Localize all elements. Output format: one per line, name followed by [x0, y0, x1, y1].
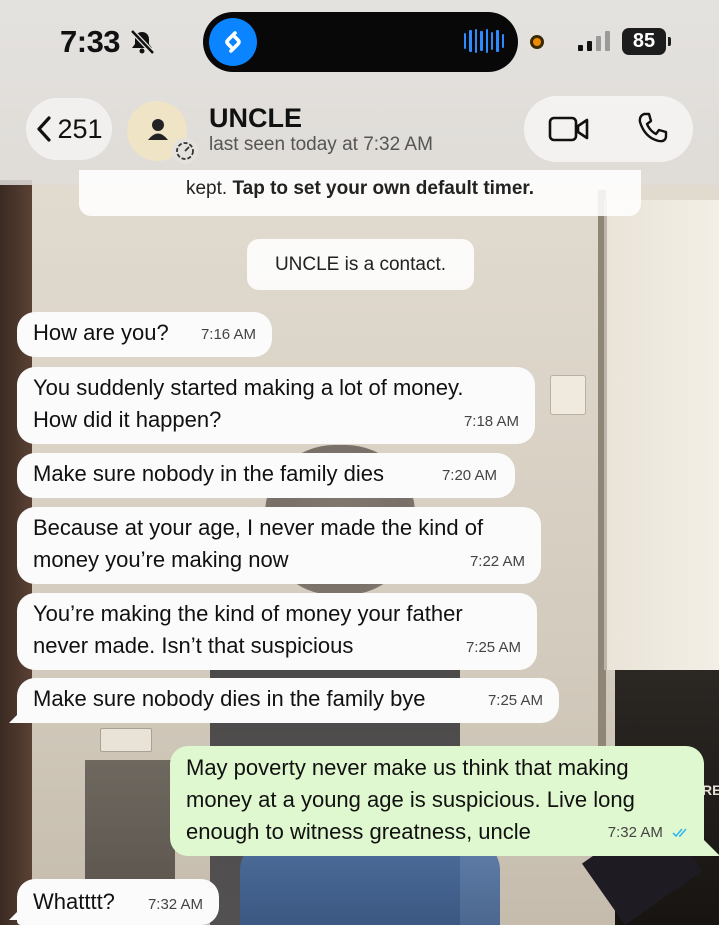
battery-tip: [668, 37, 671, 46]
message-text: Make sure nobody in the family dies: [33, 461, 384, 486]
video-call-icon[interactable]: [548, 113, 590, 145]
recording-indicator-icon: [530, 35, 544, 49]
wallpaper-socket: [100, 728, 152, 752]
message-time: 7:32 AM: [147, 896, 203, 913]
message-bubble-incoming[interactable]: Whatttt? 7:32 AM: [17, 879, 219, 925]
message-time: 7:18 AM: [463, 413, 519, 430]
phone-icon[interactable]: [636, 110, 670, 146]
message-bubble-incoming[interactable]: Make sure nobody in the family dies 7:20…: [17, 453, 515, 498]
contact-notice: UNCLE is a contact.: [247, 239, 474, 290]
back-chevron-icon: [37, 116, 52, 142]
message-bubble-outgoing[interactable]: May poverty never make us think that mak…: [170, 746, 704, 856]
battery-icon: 85: [622, 28, 666, 55]
message-bubble-incoming[interactable]: How are you? 7:16 AM: [17, 312, 272, 357]
back-button[interactable]: 251: [26, 98, 112, 160]
message-time: 7:25 AM: [465, 639, 521, 656]
message-text: How are you?: [33, 320, 169, 345]
signal-icon: [578, 31, 610, 51]
message-bubble-incoming[interactable]: Make sure nobody dies in the family bye …: [17, 678, 559, 723]
contact-name[interactable]: UNCLE: [209, 103, 302, 134]
message-time: 7:22 AM: [469, 553, 525, 570]
message-text: May poverty never make us think that mak…: [186, 755, 635, 844]
message-time: 7:20 AM: [441, 467, 497, 484]
wallpaper-door-right: [604, 200, 719, 670]
message-text: Whatttt?: [33, 889, 115, 914]
message-bubble-incoming[interactable]: You suddenly started making a lot of mon…: [17, 367, 535, 444]
double-check-icon: [672, 828, 687, 838]
message-text: Make sure nobody dies in the family bye: [33, 686, 426, 711]
timer-notice-text: kept.: [185, 178, 233, 199]
message-time: 7:32 AM: [607, 824, 663, 841]
unread-count: 251: [57, 113, 103, 144]
message-text: Because at your age, I never made the ki…: [33, 515, 484, 572]
last-seen-status: last seen today at 7:32 AM: [209, 134, 433, 155]
battery-level: 85: [632, 30, 656, 52]
message-text: You suddenly started making a lot of mon…: [33, 375, 464, 432]
audio-wave-icon: [464, 28, 504, 54]
disappearing-timer-notice[interactable]: kept. Tap to set your own default timer.: [79, 170, 641, 216]
shazam-icon[interactable]: [209, 18, 257, 66]
message-bubble-incoming[interactable]: Because at your age, I never made the ki…: [17, 507, 541, 584]
message-time: 7:25 AM: [487, 692, 543, 709]
message-bubble-incoming[interactable]: You’re making the kind of money your fat…: [17, 593, 537, 670]
message-text: You’re making the kind of money your fat…: [33, 601, 463, 658]
status-time: 7:33: [60, 24, 121, 59]
message-time: 7:16 AM: [200, 326, 256, 343]
wallpaper-cabinet-label: RE: [702, 782, 719, 798]
bell-off-icon: [130, 29, 155, 55]
wallpaper-switch: [550, 375, 586, 415]
timer-notice-link[interactable]: Tap to set your own default timer.: [232, 178, 534, 199]
timer-icon: [172, 138, 198, 164]
message-time-with-ticks: 7:32 AM: [608, 817, 690, 849]
